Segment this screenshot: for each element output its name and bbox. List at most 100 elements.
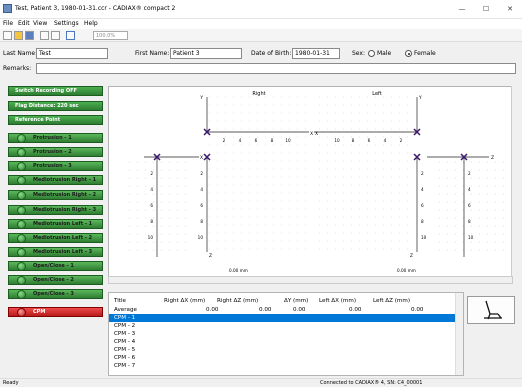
- last-name-field[interactable]: Test: [36, 48, 108, 59]
- side-tick-label: 4: [468, 187, 471, 192]
- mediotrusion-right-2-button[interactable]: Mediotrusion Right - 2: [8, 190, 103, 200]
- table-row[interactable]: CPM - 4: [109, 338, 459, 346]
- mediotrusion-left-3-button[interactable]: Mediotrusion Left - 3: [8, 247, 103, 257]
- table-cell: 0.00: [206, 307, 219, 313]
- status-led-icon: [17, 134, 26, 143]
- cpm-button[interactable]: CPM: [8, 307, 103, 317]
- print-icon[interactable]: [51, 31, 60, 40]
- status-led-icon: [17, 162, 26, 171]
- table-cell: 0.00: [411, 307, 424, 313]
- z-tick-label: 2: [421, 171, 424, 176]
- button-label: CPM: [33, 309, 46, 315]
- status-led-icon: [17, 290, 26, 299]
- button-label: Mediotrusion Left - 2: [33, 235, 93, 241]
- menu-settings[interactable]: Settings: [54, 20, 79, 27]
- mediotrusion-left-2-button[interactable]: Mediotrusion Left - 2: [8, 233, 103, 243]
- patient-row: Last Name: Test First Name: Patient 3 Da…: [0, 46, 522, 62]
- button-label: Mediotrusion Right - 2: [33, 192, 97, 198]
- open-close-2-button[interactable]: Open/Close - 2: [8, 275, 103, 285]
- sex-label: Sex:: [352, 50, 365, 57]
- connection-status: Connected to CADIAX® 4, SN: C4_00001: [320, 380, 423, 386]
- reference-point-button[interactable]: Reference Point: [8, 115, 103, 125]
- status-led-icon: [17, 176, 26, 185]
- menu-file[interactable]: File: [3, 20, 13, 27]
- print-preview-icon[interactable]: [40, 31, 49, 40]
- z-axis-label: Z: [410, 253, 413, 259]
- close-icon[interactable]: ✕: [498, 0, 522, 19]
- table-row[interactable]: CPM - 1: [109, 314, 459, 322]
- table-cell: Average: [114, 307, 137, 313]
- menu-help[interactable]: Help: [84, 20, 98, 27]
- menu-edit[interactable]: Edit: [18, 20, 30, 27]
- z-tick-label: 2: [200, 171, 203, 176]
- table-header: Title Right ΔX (mm) Right ΔZ (mm) ΔY (mm…: [109, 297, 459, 305]
- menu-bar: File Edit View Settings Help: [0, 19, 522, 29]
- app-icon: [3, 4, 12, 13]
- save-icon[interactable]: [25, 31, 34, 40]
- x-tick-label: 2: [400, 138, 403, 143]
- graph-vertical-scrollbar[interactable]: [511, 86, 519, 276]
- first-name-field[interactable]: Patient 3: [170, 48, 242, 59]
- z-tick-label: 4: [421, 187, 424, 192]
- open-close-1-button[interactable]: Open/Close - 1: [8, 261, 103, 271]
- table-row[interactable]: CPM - 2: [109, 322, 459, 330]
- x-axis-label: X: [200, 155, 203, 161]
- table-scrollbar[interactable]: [455, 293, 463, 375]
- z-axis-label: Z: [209, 253, 212, 259]
- window-title: Test, Patient 3, 1980-01-31.ccr - CADIAX…: [15, 5, 176, 12]
- grid-dots: [319, 96, 408, 250]
- minimize-icon[interactable]: —: [450, 0, 474, 19]
- status-led-icon: [17, 234, 26, 243]
- mediotrusion-right-1-button[interactable]: Mediotrusion Right - 1: [8, 175, 103, 185]
- female-radio[interactable]: [405, 50, 412, 57]
- mediotrusion-right-3-button[interactable]: Mediotrusion Right - 3: [8, 205, 103, 215]
- mediotrusion-left-1-button[interactable]: Mediotrusion Left - 1: [8, 219, 103, 229]
- status-text: Ready: [3, 380, 19, 386]
- flag-distance-button[interactable]: Flag Distance: 220 sec: [8, 101, 103, 111]
- menu-view[interactable]: View: [33, 20, 47, 27]
- table-row[interactable]: Average 0.00 0.00 0.00 0.00 0.00: [109, 306, 459, 314]
- table-row[interactable]: CPM - 3: [109, 330, 459, 338]
- open-close-3-button[interactable]: Open/Close - 3: [8, 289, 103, 299]
- remarks-field[interactable]: [36, 63, 516, 74]
- side-tick-label: 10: [468, 235, 474, 240]
- side-tick-label: 2: [150, 171, 153, 176]
- open-folder-icon[interactable]: [14, 31, 23, 40]
- zoom-icon[interactable]: [66, 31, 75, 40]
- side-tick-label: 6: [468, 203, 471, 208]
- table-row[interactable]: CPM - 6: [109, 354, 459, 362]
- protrusion-3-button[interactable]: Protrusion - 3: [8, 161, 103, 171]
- protrusion-1-button[interactable]: Protrusion - 1: [8, 133, 103, 143]
- z-axis-label: Z: [491, 155, 494, 161]
- x-tick-label: 4: [239, 138, 242, 143]
- table-cell: CPM - 5: [114, 347, 136, 353]
- patient-position-button[interactable]: [467, 296, 515, 324]
- table-cell: 0.00: [349, 307, 362, 313]
- table-row[interactable]: CPM - 5: [109, 346, 459, 354]
- dob-field[interactable]: 1980-01-31: [292, 48, 340, 59]
- maximize-icon[interactable]: ☐: [474, 0, 498, 19]
- status-led-icon: [17, 262, 26, 271]
- new-document-icon[interactable]: [3, 31, 12, 40]
- male-radio[interactable]: [368, 50, 375, 57]
- zoom-level-field[interactable]: 100.0%: [93, 31, 128, 40]
- unit-left: 0.00 mm: [397, 268, 416, 273]
- graph-horizontal-scrollbar[interactable]: [108, 276, 513, 284]
- remarks-label: Remarks:: [3, 65, 32, 72]
- protrusion-2-button[interactable]: Protrusion - 2: [8, 147, 103, 157]
- dob-label: Date of Birth:: [251, 50, 292, 57]
- z-tick-label: 10: [198, 235, 204, 240]
- table-cell: CPM - 1: [114, 315, 136, 321]
- measurement-table: Title Right ΔX (mm) Right ΔZ (mm) ΔY (mm…: [108, 292, 464, 376]
- table-row[interactable]: CPM - 7: [109, 362, 459, 370]
- x-tick-label: 6: [255, 138, 258, 143]
- table-cell: CPM - 4: [114, 339, 136, 345]
- reclining-chair-icon: [484, 300, 502, 320]
- x-axis-label: X: [315, 131, 318, 137]
- x-tick-label: 8: [271, 138, 274, 143]
- status-bar: Ready Connected to CADIAX® 4, SN: C4_000…: [0, 378, 522, 387]
- female-label: Female: [414, 50, 436, 57]
- table-cell: CPM - 2: [114, 323, 136, 329]
- table-cell: CPM - 7: [114, 363, 136, 369]
- switch-recording-button[interactable]: Switch Recording OFF: [8, 86, 103, 96]
